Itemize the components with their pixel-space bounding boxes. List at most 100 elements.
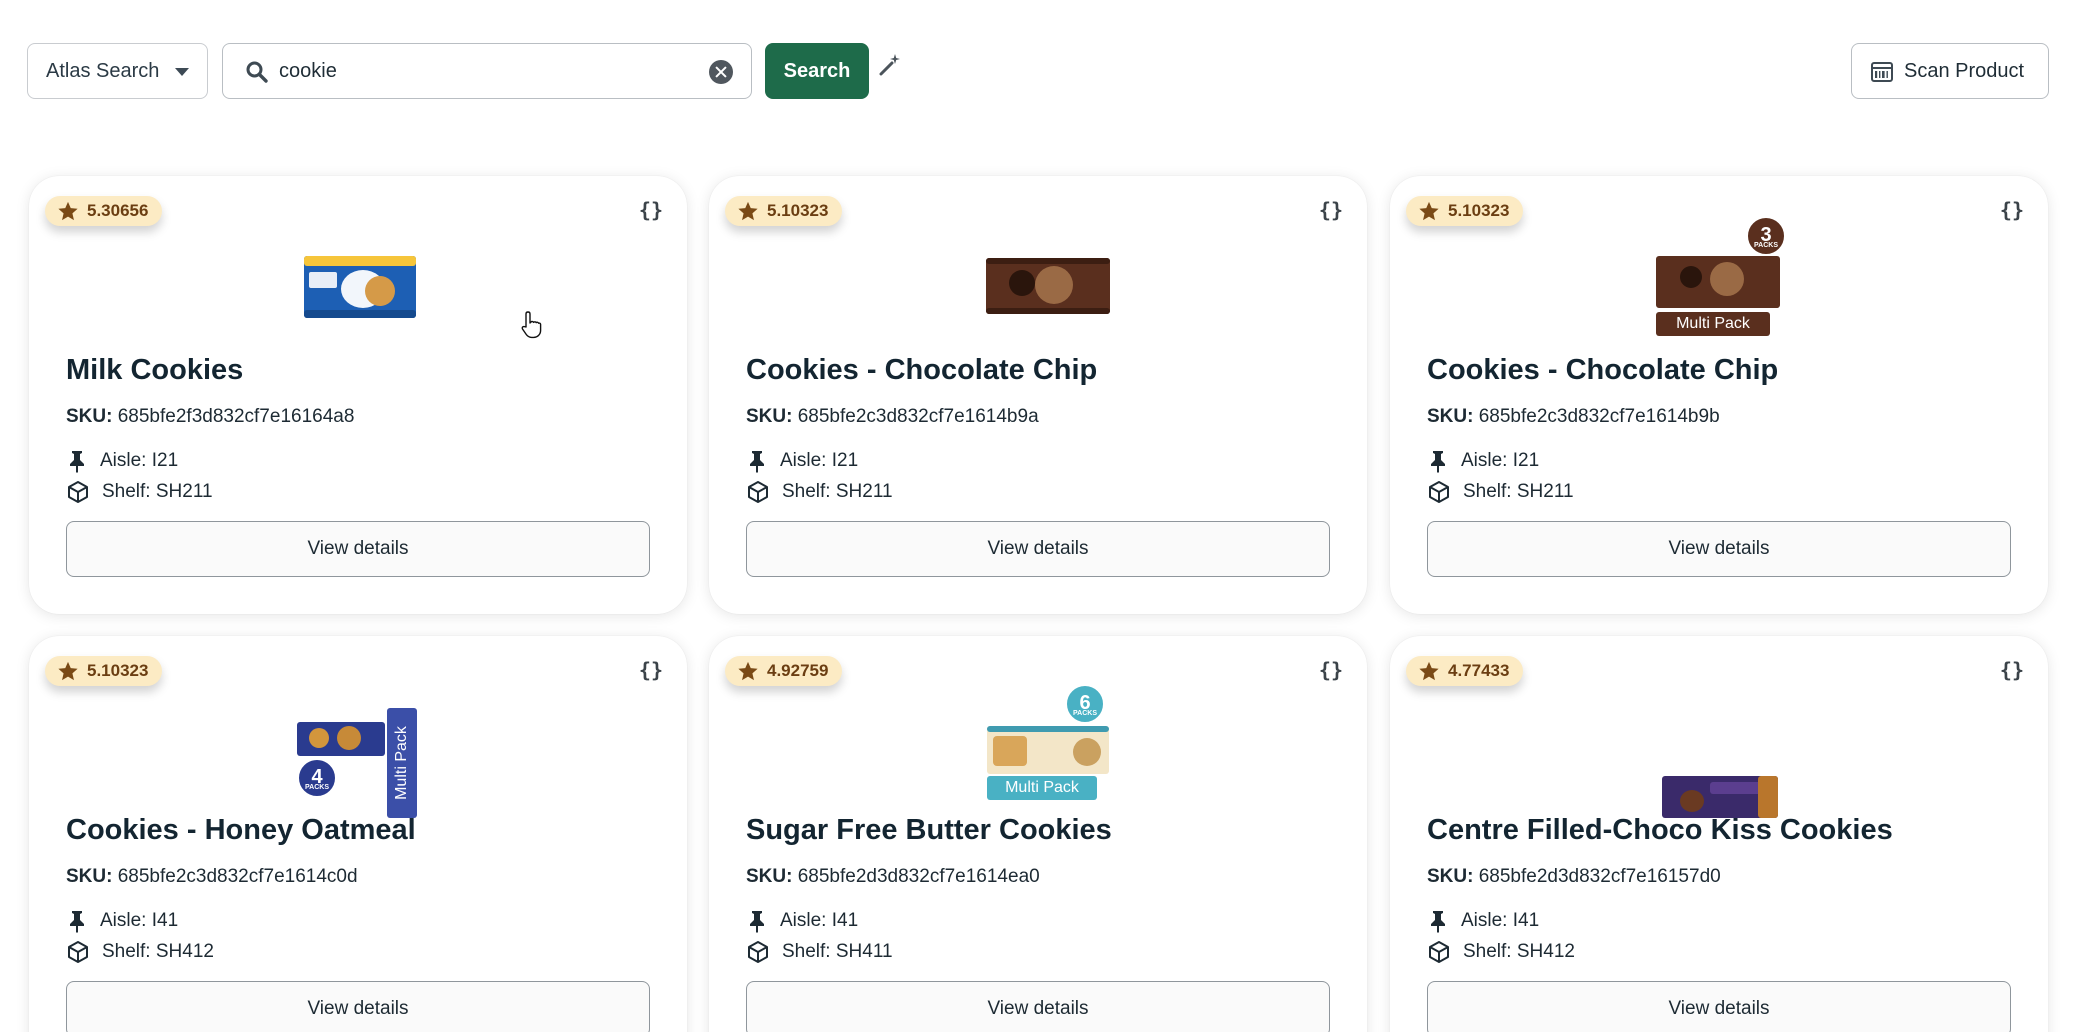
sku-label: SKU: — [66, 406, 113, 427]
pack-count-badge: 4 PACKS — [297, 758, 337, 798]
relevance-score-badge: 4.92759 — [725, 656, 843, 686]
multi-pack-ribbon: Multi Pack — [987, 776, 1097, 800]
app-root: Atlas Search Search S — [0, 0, 2086, 1032]
pushpin-icon — [750, 451, 764, 473]
shelf-info: Shelf: SH211 — [746, 480, 893, 504]
pushpin-icon — [1431, 451, 1445, 473]
star-icon — [738, 201, 758, 221]
sku-label: SKU: — [66, 866, 113, 887]
product-card: 5.10323 {} Cookies - Chocolate Chip SKU:… — [709, 176, 1367, 614]
box-icon — [68, 481, 88, 503]
relevance-score-badge: 4.77433 — [1406, 656, 1524, 686]
shelf-label: Shelf: SH211 — [102, 481, 213, 502]
aisle-label: Aisle: I21 — [780, 450, 859, 471]
view-details-button[interactable]: View details — [1427, 981, 2011, 1032]
multi-pack-ribbon: Multi Pack — [1656, 312, 1770, 336]
product-title: Cookies - Honey Oatmeal — [66, 814, 416, 846]
box-icon — [1429, 941, 1449, 963]
shelf-label: Shelf: SH211 — [1463, 481, 1574, 502]
score-value: 5.10323 — [1448, 201, 1510, 220]
product-sku: SKU: 685bfe2f3d832cf7e16164a8 — [66, 406, 354, 428]
view-details-button[interactable]: View details — [1427, 521, 2011, 577]
aisle-info: Aisle: I21 — [746, 449, 858, 473]
relevance-score-badge: 5.10323 — [1406, 196, 1524, 226]
shelf-label: Shelf: SH211 — [782, 481, 893, 502]
product-image: 4 PACKS Multi Pack — [289, 686, 429, 818]
product-grid: 5.30656 {} Milk Cookies SKU: 685bfe2f3d8… — [0, 0, 2086, 1032]
sku-label: SKU: — [746, 866, 793, 887]
score-value: 5.30656 — [87, 201, 149, 220]
json-view-icon[interactable]: {} — [2000, 198, 2024, 222]
score-value: 5.10323 — [767, 201, 829, 220]
box-icon — [68, 941, 88, 963]
shelf-info: Shelf: SH411 — [746, 940, 893, 964]
aisle-label: Aisle: I41 — [1461, 910, 1540, 931]
json-view-icon[interactable]: {} — [1319, 198, 1343, 222]
json-view-icon[interactable]: {} — [2000, 658, 2024, 682]
score-value: 5.10323 — [87, 661, 149, 680]
view-details-button[interactable]: View details — [66, 981, 650, 1032]
pack-count-badge: 3 PACKS — [1746, 216, 1786, 256]
star-icon — [1419, 201, 1439, 221]
sku-value: 685bfe2c3d832cf7e1614b9b — [1478, 406, 1720, 427]
aisle-label: Aisle: I41 — [780, 910, 859, 931]
sku-label: SKU: — [746, 406, 793, 427]
product-sku: SKU: 685bfe2d3d832cf7e1614ea0 — [746, 866, 1040, 888]
multi-pack-ribbon: Multi Pack — [387, 708, 417, 818]
product-title: Cookies - Chocolate Chip — [1427, 354, 1779, 386]
json-view-icon[interactable]: {} — [1319, 658, 1343, 682]
sku-label: SKU: — [1427, 866, 1474, 887]
relevance-score-badge: 5.10323 — [45, 656, 163, 686]
product-image — [969, 236, 1110, 346]
pack-word: PACKS — [1073, 710, 1097, 717]
aisle-info: Aisle: I21 — [66, 449, 178, 473]
json-view-icon[interactable]: {} — [639, 658, 663, 682]
star-icon — [738, 661, 758, 681]
product-card: 5.10323 {} 4 PACKS Multi Pack Cookies - … — [29, 636, 687, 1032]
star-icon — [1419, 661, 1439, 681]
star-icon — [58, 661, 78, 681]
score-value: 4.77433 — [1448, 661, 1510, 680]
sku-value: 685bfe2c3d832cf7e1614b9a — [797, 406, 1039, 427]
product-image: 3 PACKS Multi Pack — [1650, 216, 1790, 356]
view-details-button[interactable]: View details — [746, 521, 1330, 577]
box-icon — [748, 481, 768, 503]
product-image — [1650, 696, 1790, 818]
view-details-button[interactable]: View details — [746, 981, 1330, 1032]
product-card: 5.10323 {} 3 PACKS Multi Pack Cookies - … — [1390, 176, 2048, 614]
product-title: Sugar Free Butter Cookies — [746, 814, 1112, 846]
box-icon — [748, 941, 768, 963]
product-title: Centre Filled-Choco Kiss Cookies — [1427, 814, 1893, 846]
aisle-info: Aisle: I21 — [1427, 449, 1539, 473]
product-card: 4.92759 {} 6 PACKS Multi Pack Sugar Free… — [709, 636, 1367, 1032]
pack-word: PACKS — [1754, 242, 1778, 249]
shelf-info: Shelf: SH211 — [66, 480, 213, 504]
shelf-info: Shelf: SH412 — [1427, 940, 1575, 964]
aisle-label: Aisle: I21 — [1461, 450, 1540, 471]
product-card: 5.30656 {} Milk Cookies SKU: 685bfe2f3d8… — [29, 176, 687, 614]
product-sku: SKU: 685bfe2c3d832cf7e1614b9a — [746, 406, 1039, 428]
pack-count-badge: 6 PACKS — [1065, 684, 1105, 724]
product-card: 4.77433 {} Centre Filled-Choco Kiss Cook… — [1390, 636, 2048, 1032]
sku-value: 685bfe2f3d832cf7e16164a8 — [117, 406, 355, 427]
product-sku: SKU: 685bfe2c3d832cf7e1614c0d — [66, 866, 358, 888]
json-view-icon[interactable]: {} — [639, 198, 663, 222]
sku-label: SKU: — [1427, 406, 1474, 427]
shelf-info: Shelf: SH211 — [1427, 480, 1574, 504]
pushpin-icon — [70, 911, 84, 933]
aisle-label: Aisle: I21 — [100, 450, 179, 471]
pushpin-icon — [750, 911, 764, 933]
sku-value: 685bfe2d3d832cf7e16157d0 — [1478, 866, 1721, 887]
pushpin-icon — [1431, 911, 1445, 933]
score-value: 4.92759 — [767, 661, 829, 680]
aisle-info: Aisle: I41 — [746, 909, 858, 933]
relevance-score-badge: 5.30656 — [45, 196, 163, 226]
star-icon — [58, 201, 78, 221]
view-details-button[interactable]: View details — [66, 521, 650, 577]
product-image — [289, 236, 429, 346]
aisle-label: Aisle: I41 — [100, 910, 179, 931]
sku-value: 685bfe2c3d832cf7e1614c0d — [117, 866, 358, 887]
product-image: 6 PACKS Multi Pack — [969, 674, 1109, 814]
shelf-label: Shelf: SH412 — [1463, 941, 1575, 962]
pushpin-icon — [70, 451, 84, 473]
